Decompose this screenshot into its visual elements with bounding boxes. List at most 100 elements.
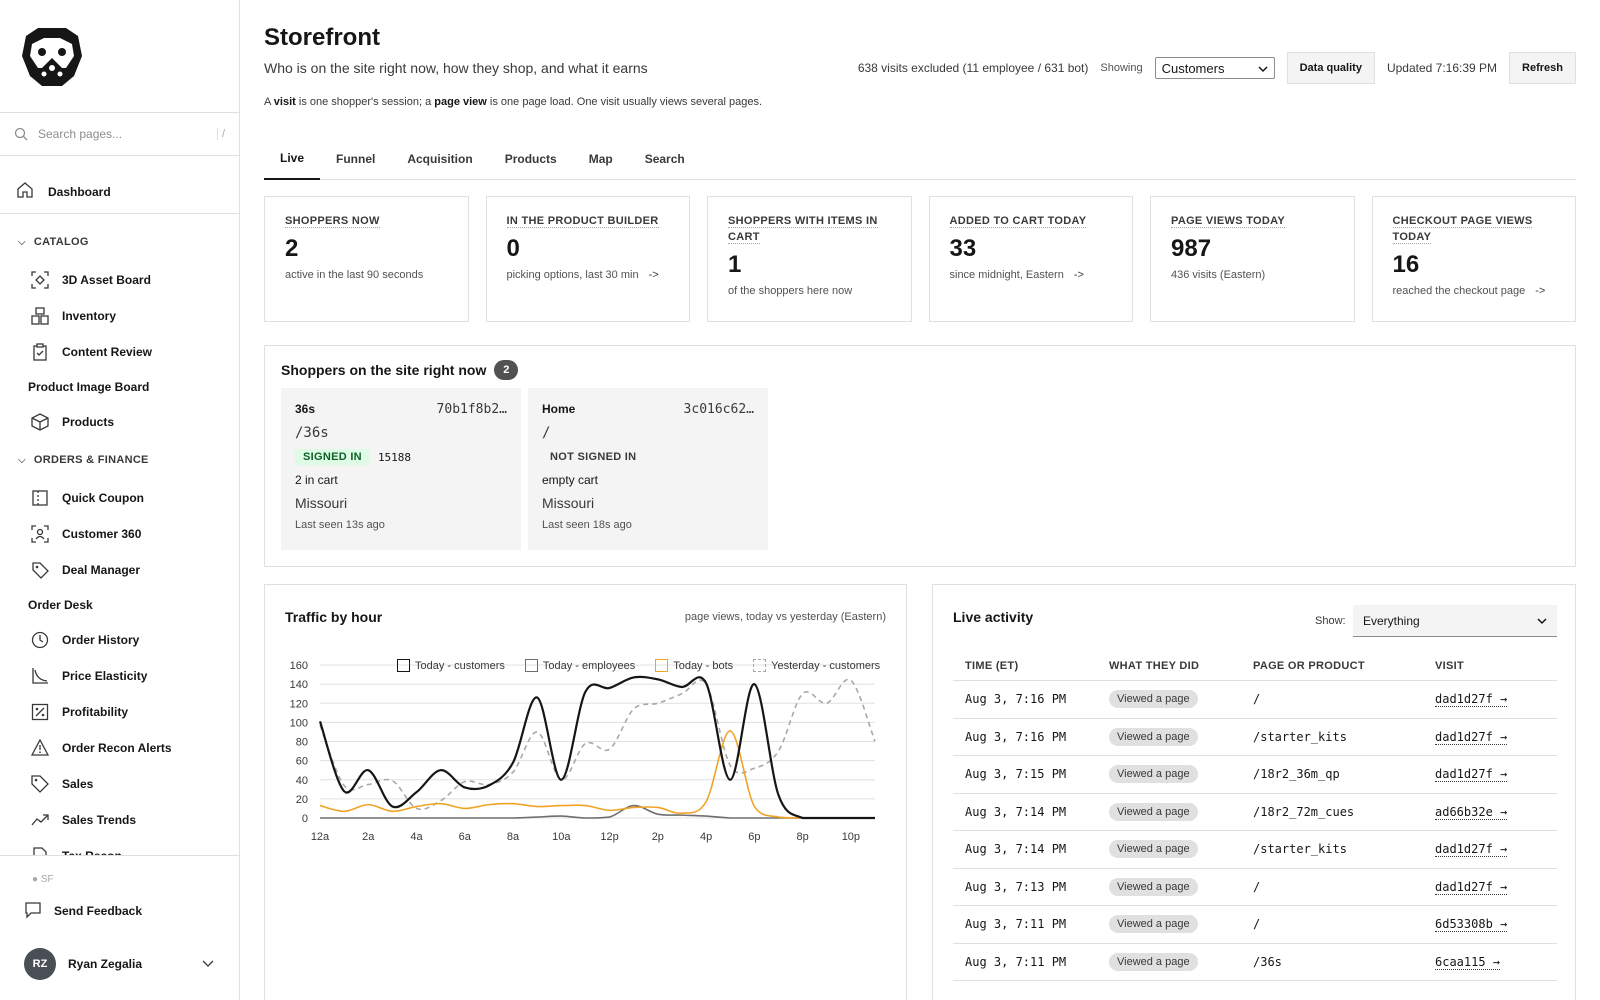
column-header[interactable]: VISIT [1435, 660, 1557, 672]
action-badge: Viewed a page [1109, 690, 1198, 709]
sidebar-search[interactable]: Search pages... / [0, 112, 239, 156]
sidebar-item-sales[interactable]: Sales [0, 766, 239, 802]
kpi-label: SHOPPERS WITH ITEMS IN CART [728, 215, 878, 244]
send-feedback-button[interactable]: Send Feedback [24, 896, 142, 926]
user-menu[interactable]: RZ Ryan Zegalia [24, 944, 214, 984]
sidebar-item-order-recon-alerts[interactable]: Order Recon Alerts [0, 730, 239, 766]
visit-link[interactable]: dad1d27f → [1435, 879, 1508, 895]
last-seen: Last seen 13s ago [295, 519, 385, 531]
row-action: Viewed a page [1109, 952, 1253, 971]
sidebar-item-order-history[interactable]: Order History [0, 622, 239, 658]
legend-label: Today - bots [673, 659, 734, 672]
column-header[interactable]: WHAT THEY DID [1109, 660, 1253, 672]
row-action: Viewed a page [1109, 802, 1253, 821]
audience-select-value: Customers [1161, 60, 1225, 76]
sidebar-item-product-image-board[interactable]: Product Image Board [0, 370, 239, 404]
sidebar-item-quick-coupon[interactable]: Quick Coupon [0, 480, 239, 516]
table-row[interactable]: Aug 3, 7:14 PM Viewed a page/starter_kits… [953, 831, 1557, 869]
visit-link[interactable]: ad66b32e → [1435, 804, 1508, 820]
data-quality-button[interactable]: Data quality [1286, 52, 1375, 84]
search-input[interactable]: Search pages... [38, 127, 217, 141]
shopper-card[interactable]: 36s 70b1f8b2… /36s SIGNED IN 15188 2 in ca… [281, 388, 521, 550]
sidebar-item-dashboard[interactable]: Dashboard [0, 170, 239, 214]
action-badge: Viewed a page [1109, 952, 1198, 971]
audience-select[interactable]: Customers [1154, 57, 1275, 79]
sidebar-item-label: Products [62, 415, 115, 429]
legend-swatch [397, 659, 410, 672]
tags-icon [30, 560, 50, 580]
table-row[interactable]: Aug 3, 7:13 PM Viewed a page / dad1d27f → [953, 869, 1557, 906]
kpi-label: PAGE VIEWS TODAY [1171, 215, 1286, 228]
kpi-label: IN THE PRODUCT BUILDER [506, 215, 659, 228]
visit-link[interactable]: 6d53308b → [1435, 917, 1508, 933]
tab-map[interactable]: Map [573, 138, 629, 180]
visit-link[interactable]: dad1d27f → [1435, 692, 1508, 708]
legend-item[interactable]: Today - customers [397, 659, 505, 672]
table-row[interactable]: Aug 3, 7:16 PM Viewed a page / dad1d27f → [953, 681, 1557, 719]
kpi-card[interactable]: CHECKOUT PAGE VIEWS TODAY 16 reached the c… [1371, 196, 1576, 322]
action-badge: Viewed a page [1109, 765, 1198, 784]
visit-link[interactable]: dad1d27f → [1435, 842, 1508, 858]
row-time: Aug 3, 7:16 PM [965, 729, 1067, 744]
kpi-card[interactable]: SHOPPERS NOW 2 active in the last 90 secon… [264, 196, 469, 322]
y-tick-label: 20 [296, 794, 308, 806]
visit-link[interactable]: dad1d27f → [1435, 729, 1508, 745]
sidebar-group-catalog[interactable]: ⌵ CATALOG [0, 222, 239, 262]
tab-acquisition[interactable]: Acquisition [391, 138, 488, 180]
sidebar-item-profitability[interactable]: Profitability [0, 694, 239, 730]
column-header[interactable]: PAGE OR PRODUCT [1253, 660, 1435, 672]
sidebar-item-label: Customer 360 [62, 527, 142, 541]
row-visit: dad1d27f → [1435, 692, 1557, 708]
table-row[interactable]: Aug 3, 7:11 PM Viewed a page/36s 6caa115 → [953, 944, 1557, 981]
kpi-card[interactable]: SHOPPERS WITH ITEMS IN CART 1 of the shopp… [707, 196, 912, 322]
sidebar-item-inventory[interactable]: Inventory [0, 298, 239, 334]
sidebar-item-deal-manager[interactable]: Deal Manager [0, 552, 239, 588]
tab-products[interactable]: Products [489, 138, 573, 180]
legend-item[interactable]: Yesterday - customers [753, 659, 880, 672]
tab-live[interactable]: Live [264, 138, 321, 180]
row-page: /18r2_36m_qp [1253, 767, 1340, 782]
visit-link[interactable]: dad1d27f → [1435, 767, 1508, 783]
shopper-card[interactable]: Home 3c016c62… / NOT SIGNED IN empty cart… [528, 388, 768, 550]
refresh-button[interactable]: Refresh [1509, 52, 1576, 84]
home-icon [16, 181, 34, 202]
tab-funnel[interactable]: Funnel [320, 138, 391, 180]
sidebar-item-products[interactable]: Products [0, 404, 239, 440]
sidebar-item-customer-360[interactable]: Customer 360 [0, 516, 239, 552]
kpi-card[interactable]: ADDED TO CART TODAY 33 since midnight, Eas… [928, 196, 1133, 322]
activity-filter-select[interactable]: Everything [1353, 605, 1557, 637]
search-shortcut: / [216, 128, 225, 140]
sidebar-item-price-elasticity[interactable]: Price Elasticity [0, 658, 239, 694]
kpi-card[interactable]: IN THE PRODUCT BUILDER 0 picking options, … [485, 196, 690, 322]
cart-status: 2 in cart [295, 473, 338, 487]
legend-item[interactable]: Today - employees [524, 659, 635, 672]
sidebar-item-label: Inventory [62, 309, 117, 323]
sidebar-item-sales-trends[interactable]: Sales Trends [0, 802, 239, 838]
kpi-label: CHECKOUT PAGE VIEWS TODAY [1392, 215, 1533, 244]
table-row[interactable]: Aug 3, 7:16 PM Viewed a page/starter_kits… [953, 719, 1557, 756]
table-row[interactable]: Aug 3, 7:14 PM Viewed a page/18r2_72m_cue… [953, 794, 1557, 831]
row-time: Aug 3, 7:13 PM [965, 879, 1067, 894]
brand-logo[interactable] [18, 22, 86, 90]
sidebar-item-3d-asset-board[interactable]: 3D Asset Board [0, 262, 239, 298]
legend-item[interactable]: Today - bots [655, 659, 733, 672]
table-row[interactable]: Aug 3, 7:11 PM Viewed a page / 6d53308b → [953, 906, 1557, 944]
tab-search[interactable]: Search [629, 138, 701, 180]
column-header[interactable]: TIME (ET) [953, 660, 1109, 672]
sidebar-item-order-desk[interactable]: Order Desk [0, 588, 239, 622]
note-term-page-view: page view [434, 96, 487, 108]
arrow-icon: -> [648, 269, 659, 281]
visit-link[interactable]: 6caa115 → [1435, 954, 1501, 970]
sidebar-nav: ⌵ CATALOG 3D Asset Board Inventory Conten… [0, 222, 239, 874]
show-label: Show: [1315, 615, 1346, 627]
shopper-id: 70b1f8b2… [436, 402, 507, 417]
status-badge: NOT SIGNED IN [550, 451, 637, 463]
table-row[interactable]: Aug 3, 7:15 PM Viewed a page/18r2_36m_qp d… [953, 756, 1557, 794]
sidebar-item-content-review[interactable]: Content Review [0, 334, 239, 370]
sidebar-group-orders-finance[interactable]: ⌵ ORDERS & FINANCE [0, 440, 239, 480]
legend-swatch [655, 659, 669, 672]
sidebar-item-label: 3D Asset Board [62, 273, 151, 287]
kpi-card[interactable]: PAGE VIEWS TODAY 987 436 visits (Eastern) [1150, 196, 1355, 322]
sidebar-footer: ● SF Send Feedback RZ Ryan Zegalia [0, 855, 239, 1000]
chevron-down-icon: ⌵ [18, 454, 26, 466]
